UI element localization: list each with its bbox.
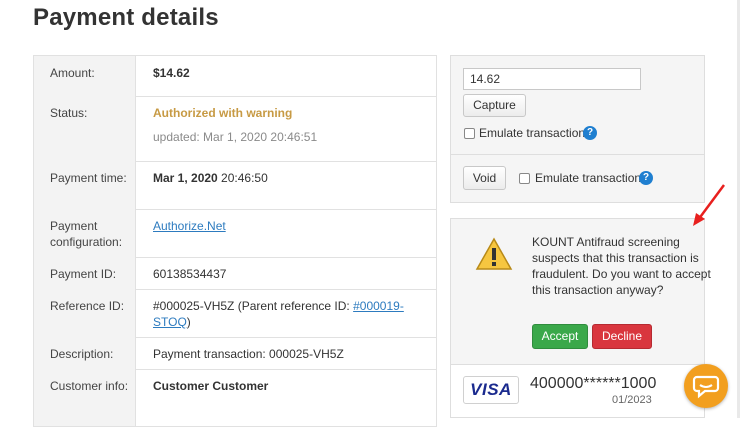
status-label: Status:: [34, 96, 136, 161]
help-icon[interactable]: ?: [639, 171, 653, 185]
void-emulate-checkbox[interactable]: [519, 173, 530, 184]
void-emulate-label: Emulate transaction: [535, 171, 642, 185]
amount-value: $14.62: [153, 66, 190, 80]
reference-id-value: #000025-VH5Z (Parent reference ID:: [153, 299, 354, 313]
customer-info-value: Customer Customer: [153, 379, 269, 393]
payment-details-table: Amount: $14.62 Status: Authorized with w…: [33, 55, 437, 427]
row-payment-time: Payment time: Mar 1, 2020 20:46:50: [34, 161, 436, 210]
card-expiry: 01/2023: [612, 394, 652, 406]
accept-button[interactable]: Accept: [532, 324, 588, 349]
warning-icon: [475, 237, 513, 270]
reference-id-label: Reference ID:: [34, 289, 136, 337]
visa-logo: VISA: [463, 376, 519, 404]
status-updated: updated: Mar 1, 2020 20:46:51: [153, 130, 318, 144]
row-reference-id: Reference ID: #000025-VH5Z (Parent refer…: [34, 289, 436, 338]
customer-info-label: Customer info:: [34, 369, 136, 426]
capture-emulate-checkbox[interactable]: [464, 128, 475, 139]
row-description: Description: Payment transaction: 000025…: [34, 337, 436, 370]
payment-date: Mar 1, 2020: [153, 171, 218, 185]
chat-icon: [692, 375, 720, 399]
description-label: Description:: [34, 337, 136, 369]
row-payment-id: Payment ID: 60138534437: [34, 257, 436, 290]
reference-id-suffix: ): [186, 315, 191, 329]
card-number: 400000******1000: [530, 375, 657, 392]
card-section: VISA 400000******1000 01/2023: [451, 364, 704, 417]
payment-configuration-link[interactable]: Authorize.Net: [153, 219, 226, 233]
payment-configuration-label: Payment configuration:: [34, 209, 136, 257]
void-button[interactable]: Void: [463, 166, 506, 190]
payment-id-value: 60138534437: [153, 267, 227, 281]
row-status: Status: Authorized with warning updated:…: [34, 96, 436, 162]
fraud-message: KOUNT Antifraud screening suspects that …: [532, 235, 711, 297]
capture-amount-input[interactable]: [463, 68, 641, 90]
capture-panel: Capture Emulate transaction ? Void Emula…: [450, 55, 705, 203]
arrow-annotation-icon: [693, 184, 726, 226]
row-payment-configuration: Payment configuration: Authorize.Net: [34, 209, 436, 258]
payment-clock: 20:46:50: [217, 171, 268, 185]
capture-emulate-label: Emulate transaction: [479, 126, 586, 140]
status-value: Authorized with warning: [153, 106, 293, 120]
row-amount: Amount: $14.62: [34, 56, 436, 97]
chat-button[interactable]: [684, 364, 728, 408]
amount-label: Amount:: [34, 56, 136, 96]
row-customer-info: Customer info: Customer Customer: [34, 369, 436, 426]
decline-button[interactable]: Decline: [592, 324, 652, 349]
payment-time-label: Payment time:: [34, 161, 136, 209]
page-title: Payment details: [33, 4, 219, 31]
fraud-warning-panel: KOUNT Antifraud screening suspects that …: [450, 218, 711, 418]
capture-button[interactable]: Capture: [463, 94, 526, 117]
help-icon[interactable]: ?: [583, 126, 597, 140]
panel-divider: [451, 154, 704, 155]
payment-id-label: Payment ID:: [34, 257, 136, 289]
description-value: Payment transaction: 000025-VH5Z: [153, 347, 344, 361]
